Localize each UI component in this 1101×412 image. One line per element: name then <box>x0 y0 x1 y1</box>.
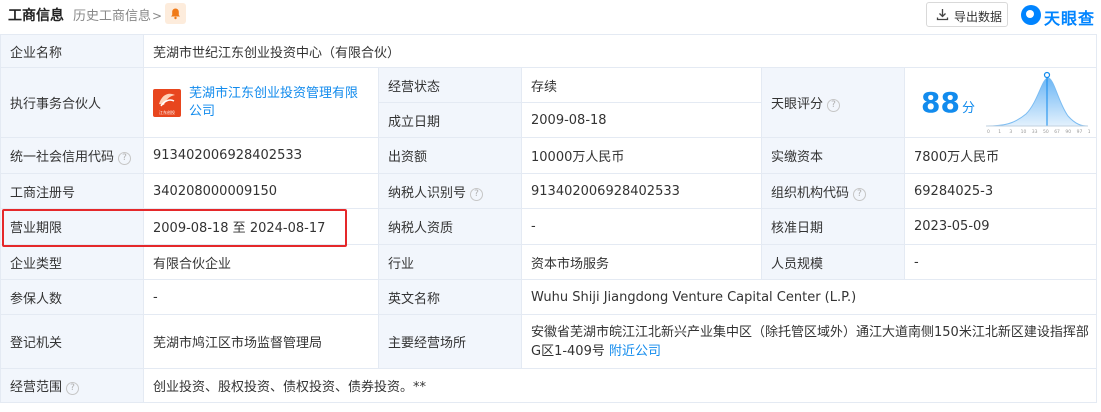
business-scope-value: 创业投资、股权投资、债权投资、债券投资。** <box>142 368 1098 403</box>
help-icon[interactable]: ? <box>470 187 484 201</box>
score-display: 88 分 <box>921 86 975 119</box>
tianyan-score-label-text: 天眼评分 <box>771 97 824 112</box>
section-header: 工商信息 历史工商信息> 导出数据 天眼查 <box>0 0 1101 32</box>
score-axis-tick: 0 <box>987 129 990 135</box>
main-address-cell: 安徽省芜湖市皖江江北新兴产业集中区（除托管区域外）通江大道南侧150米江北新区建… <box>520 314 1098 369</box>
insured-count-label: 参保人数 <box>0 279 144 315</box>
chevron-right-icon: > <box>152 9 163 23</box>
bell-icon[interactable] <box>165 3 186 24</box>
history-link-label[interactable]: 历史工商信息 <box>73 9 151 24</box>
registration-number-label: 工商注册号 <box>0 173 144 209</box>
nearby-companies-link[interactable]: 附近公司 <box>609 344 661 359</box>
section-title: 工商信息 <box>8 8 64 24</box>
table-row: 工商注册号 340208000009150 纳税人识别号? 9134020069… <box>0 173 1098 209</box>
export-data-button[interactable]: 导出数据 <box>926 2 1008 27</box>
company-type-label: 企业类型 <box>0 244 144 280</box>
business-term-highlight-box <box>2 209 347 247</box>
taxpayer-id-value: 913402006928402533 <box>521 173 762 209</box>
help-icon[interactable]: ? <box>827 99 841 112</box>
business-scope-label-text: 经营范围 <box>10 380 63 395</box>
managing-partner-link[interactable]: 芜湖市江东创业投资管理有限公司 <box>189 85 369 121</box>
staff-size-value: - <box>903 244 1098 280</box>
help-icon[interactable]: ? <box>118 152 132 165</box>
org-code-label-text: 组织机构代码 <box>771 185 850 201</box>
help-icon[interactable]: ? <box>853 187 867 201</box>
score-number: 88 <box>921 86 960 119</box>
score-distribution-chart: 0 1 3 10 33 50 67 90 97 100 <box>985 71 1090 135</box>
table-row: 登记机关 芜湖市鸠江区市场监督管理局 主要经营场所 安徽省芜湖市皖江江北新兴产业… <box>0 314 1098 369</box>
score-axis-tick: 90 <box>1065 129 1071 135</box>
score-axis-tick: 50 <box>1043 129 1049 135</box>
industry-value: 资本市场服务 <box>521 244 762 280</box>
partner-logo-text: 江东创投 <box>159 109 175 115</box>
credit-code-value: 91340200692840253З <box>143 137 379 174</box>
company-name-label: 企业名称 <box>0 34 144 68</box>
score-axis-tick: 67 <box>1054 129 1060 135</box>
download-icon <box>936 9 949 21</box>
business-scope-label: 经营范围? <box>0 368 144 403</box>
managing-partner-cell: 江东创投 芜湖市江东创业投资管理有限公司 <box>143 67 379 138</box>
managing-partner-label: 执行事务合伙人 <box>0 67 144 138</box>
tianyancha-logo: 天眼查 <box>1021 2 1097 28</box>
founded-date-value: 2009-08-18 <box>521 102 762 138</box>
tianyan-score-label: 天眼评分? <box>761 67 905 138</box>
help-icon[interactable]: ? <box>66 382 80 395</box>
credit-code-label: 统一社会信用代码? <box>0 137 144 174</box>
paid-capital-label: 实缴资本 <box>761 137 905 174</box>
company-name-value: 芜湖市世纪江东创业投资中心（有限合伙） <box>142 34 1098 68</box>
main-address-label: 主要经营场所 <box>378 314 522 369</box>
distribution-curve <box>985 77 1089 127</box>
operating-status-value: 存续 <box>521 67 762 103</box>
taxpayer-qualification-label: 纳税人资质 <box>378 208 522 245</box>
english-name-value: Wuhu Shiji Jiangdong Venture Capital Cen… <box>520 279 1098 315</box>
score-axis-labels: 0 1 3 10 33 50 67 90 97 100 <box>987 129 1090 135</box>
taxpayer-qualification-value: - <box>521 208 762 245</box>
english-name-label: 英文名称 <box>378 279 522 315</box>
logo-mark-icon <box>1021 5 1041 25</box>
table-row: 企业名称 芜湖市世纪江东创业投资中心（有限合伙） <box>0 34 1098 68</box>
table-row: 统一社会信用代码? 91340200692840253З 出资额 10000万人… <box>0 137 1098 174</box>
approval-date-value: 2023-05-09 <box>903 208 1098 245</box>
approval-date-label: 核准日期 <box>761 208 905 245</box>
registration-authority-value: 芜湖市鸠江区市场监督管理局 <box>143 314 379 369</box>
capital-label: 出资额 <box>378 137 522 174</box>
credit-code-label-text: 统一社会信用代码 <box>10 150 115 165</box>
score-axis-tick: 10 <box>1021 129 1027 135</box>
insured-count-value: - <box>143 279 379 315</box>
score-axis-tick: 1 <box>998 129 1001 135</box>
score-axis-tick: 100 <box>1088 129 1090 135</box>
founded-date-label: 成立日期 <box>378 102 522 138</box>
export-data-label: 导出数据 <box>954 10 1003 24</box>
org-code-value: 69284025-3 <box>903 173 1098 209</box>
partner-logo[interactable]: 江东创投 <box>153 88 181 117</box>
table-row: 参保人数 - 英文名称 Wuhu Shiji Jiangdong Venture… <box>0 279 1098 315</box>
table-row: 企业类型 有限合伙企业 行业 资本市场服务 人员规模 - <box>0 244 1098 280</box>
operating-status-label: 经营状态 <box>378 67 522 103</box>
score-unit: 分 <box>961 101 975 116</box>
score-axis-tick: 33 <box>1032 129 1038 135</box>
tianyan-score-widget[interactable]: 88分 0 1 3 10 33 50 67 90 97 100 <box>904 68 1096 138</box>
taxpayer-id-label-text: 纳税人识别号 <box>388 185 467 201</box>
capital-value: 10000万人民币 <box>521 137 762 174</box>
logo-text: 天眼查 <box>1044 9 1096 28</box>
history-link[interactable]: 历史工商信息> <box>73 5 162 24</box>
staff-size-label: 人员规模 <box>761 244 905 280</box>
taxpayer-id-label: 纳税人识别号? <box>378 173 522 209</box>
registration-authority-label: 登记机关 <box>0 314 144 369</box>
score-axis-tick: 97 <box>1077 129 1083 135</box>
org-code-label: 组织机构代码? <box>761 173 905 209</box>
registration-number-value: 340208000009150 <box>143 173 379 209</box>
paid-capital-value: 7800万人民币 <box>903 137 1098 174</box>
industry-label: 行业 <box>378 244 522 280</box>
table-row: 经营范围? 创业投资、股权投资、债权投资、债券投资。** <box>0 368 1098 403</box>
company-type-value: 有限合伙企业 <box>143 244 379 280</box>
score-marker-dot <box>1043 71 1051 79</box>
score-axis-tick: 3 <box>1009 129 1012 135</box>
